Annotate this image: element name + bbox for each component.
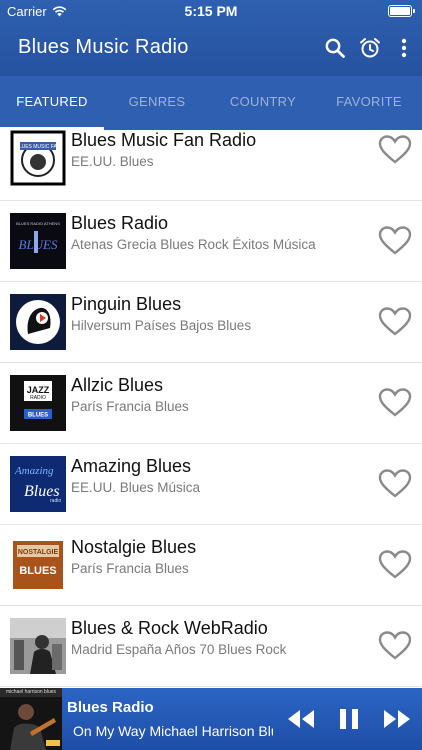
station-name: Blues Radio xyxy=(71,213,169,233)
app-screen: Carrier 5:15 PM Blues Music Radio FEATUR… xyxy=(0,0,422,750)
station-row[interactable]: BLUES MUSIC FAN Blues Music Fan Radio EE… xyxy=(0,130,422,201)
status-bar: Carrier 5:15 PM xyxy=(0,0,422,24)
station-location: EE.UU. Blues xyxy=(71,154,154,169)
nav-bar: Blues Music Radio xyxy=(0,24,422,74)
svg-text:BLUES: BLUES xyxy=(28,413,48,419)
svg-text:BLUES RADIO ATHENS: BLUES RADIO ATHENS xyxy=(16,221,60,226)
station-name: Blues Music Fan Radio xyxy=(71,130,257,150)
battery-icon xyxy=(388,5,415,17)
album-art-image xyxy=(0,688,62,750)
app-header: Carrier 5:15 PM Blues Music Radio FEATUR… xyxy=(0,0,422,130)
favorite-heart-icon[interactable] xyxy=(378,225,412,255)
svg-text:NOSTALGIE: NOSTALGIE xyxy=(18,549,59,556)
mini-player[interactable]: michael harrison blues Blues Radio On My… xyxy=(0,688,422,750)
tab-featured[interactable]: FEATURED xyxy=(0,76,104,130)
station-logo: JAZZ RADIO BLUES xyxy=(10,375,66,431)
station-logo xyxy=(10,294,66,350)
station-row[interactable]: NOSTALGIE BLUES Nostalgie Blues París Fr… xyxy=(0,525,422,606)
favorite-heart-icon[interactable] xyxy=(378,134,412,164)
favorite-heart-icon[interactable] xyxy=(378,387,412,417)
tab-favorite[interactable]: FAVORITE xyxy=(316,76,422,130)
station-row[interactable]: JAZZ RADIO BLUES Allzic Blues París Fran… xyxy=(0,363,422,444)
page-title: Blues Music Radio xyxy=(18,36,189,58)
tab-bar: FEATURED GENRES COUNTRY FAVORITE xyxy=(0,76,422,130)
station-logo: BLUES MUSIC FAN xyxy=(10,130,66,186)
station-name: Nostalgie Blues xyxy=(71,537,197,557)
favorite-heart-icon[interactable] xyxy=(378,549,412,579)
station-location: Madrid España Años 70 Blues Rock xyxy=(71,642,287,657)
fast-forward-icon[interactable] xyxy=(382,708,412,730)
station-row[interactable]: Amazing Blues radio Amazing Blues EE.UU.… xyxy=(0,444,422,525)
station-location: EE.UU. Blues Música xyxy=(71,480,201,495)
station-name: Blues & Rock WebRadio xyxy=(71,618,268,638)
rewind-icon[interactable] xyxy=(286,708,316,730)
station-location: París Francia Blues xyxy=(71,561,189,576)
station-location: Hilversum Países Bajos Blues xyxy=(71,318,252,333)
station-logo: Amazing Blues radio xyxy=(10,456,66,512)
station-name: Pinguin Blues xyxy=(71,294,182,314)
svg-text:BLUES MUSIC FAN: BLUES MUSIC FAN xyxy=(15,144,60,150)
station-location: París Francia Blues xyxy=(71,399,189,414)
svg-text:Amazing: Amazing xyxy=(14,465,54,477)
now-playing-artwork: michael harrison blues xyxy=(0,688,62,750)
svg-text:BLUES: BLUES xyxy=(19,565,56,577)
tab-country[interactable]: COUNTRY xyxy=(210,76,316,130)
favorite-heart-icon[interactable] xyxy=(378,630,412,660)
tab-genres[interactable]: GENRES xyxy=(104,76,210,130)
station-list[interactable]: BLUES MUSIC FAN Blues Music Fan Radio EE… xyxy=(0,130,422,688)
svg-text:BLUES: BLUES xyxy=(19,237,59,252)
station-location: Atenas Grecia Blues Rock Éxitos Música xyxy=(71,237,316,252)
clock-time: 5:15 PM xyxy=(184,3,238,19)
search-icon[interactable] xyxy=(323,36,347,60)
station-logo xyxy=(10,618,66,674)
station-logo: BLUES RADIO ATHENS BLUES xyxy=(10,213,66,269)
favorite-heart-icon[interactable] xyxy=(378,306,412,336)
svg-text:RADIO: RADIO xyxy=(30,395,46,401)
now-playing-track: On My Way Michael Harrison Blues xyxy=(73,723,273,739)
station-row[interactable]: Blues & Rock WebRadio Madrid España Años… xyxy=(0,606,422,687)
station-name: Allzic Blues xyxy=(71,375,164,395)
now-playing-station: Blues Radio xyxy=(67,699,154,716)
favorite-heart-icon[interactable] xyxy=(378,468,412,498)
station-row[interactable]: BLUES RADIO ATHENS BLUES Blues Radio Ate… xyxy=(0,201,422,282)
station-name: Amazing Blues xyxy=(71,456,192,476)
svg-text:JAZZ: JAZZ xyxy=(27,385,50,395)
pause-icon[interactable] xyxy=(338,708,360,730)
more-vertical-icon[interactable] xyxy=(392,36,416,60)
artwork-caption: michael harrison blues xyxy=(5,689,57,695)
svg-text:radio: radio xyxy=(50,498,61,504)
station-logo: NOSTALGIE BLUES xyxy=(10,537,66,593)
alarm-clock-icon[interactable] xyxy=(358,36,382,60)
station-row[interactable]: Pinguin Blues Hilversum Países Bajos Blu… xyxy=(0,282,422,363)
